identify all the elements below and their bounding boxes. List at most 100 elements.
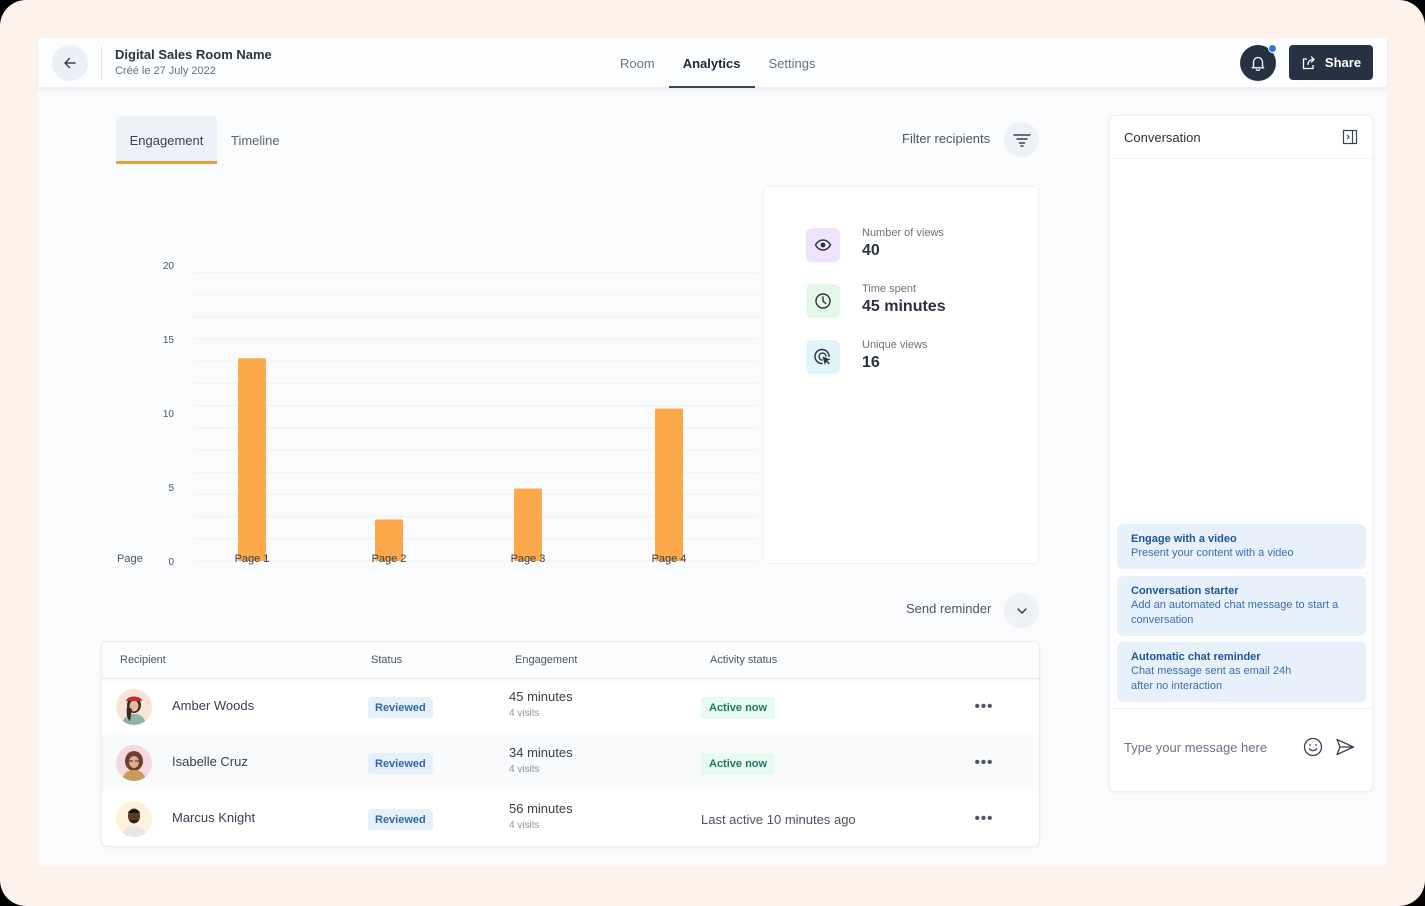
status-badge: Reviewed (368, 809, 433, 830)
header-divider (101, 46, 102, 80)
tab-timeline[interactable]: Timeline (217, 116, 294, 164)
content-tabs: Engagement Timeline (116, 116, 294, 164)
share-button[interactable]: Share (1289, 45, 1373, 80)
suggestion-description: Add an automated chat message to start a… (1131, 599, 1339, 626)
filter-recipients-button[interactable] (1004, 122, 1039, 157)
send-reminder-label[interactable]: Send reminder (906, 601, 991, 616)
chart-x-tick-label: Page 1 (235, 553, 270, 565)
stat-icon-box (806, 228, 840, 262)
avatar-image (116, 689, 152, 725)
engagement-visits: 4 visits (509, 820, 540, 831)
activity-badge: Active now (701, 753, 776, 775)
stat-value: 40 (862, 242, 880, 259)
engagement-time: 45 minutes (509, 689, 573, 704)
recipient-name: Amber Woods (172, 698, 255, 713)
row-more-button[interactable]: ••• (970, 751, 998, 773)
engagement-visits: 4 visits (509, 764, 540, 775)
column-header-status[interactable]: Status (371, 654, 402, 666)
suggestion-description: Present your content with a video (1131, 547, 1294, 559)
chart-y-tick-label: 10 (163, 409, 175, 420)
collapse-panel-button[interactable] (1341, 128, 1359, 146)
avatar-image (116, 801, 152, 837)
recipient-name: Marcus Knight (172, 810, 256, 825)
conversation-panel: Conversation Engage with a video Present… (1109, 115, 1373, 792)
chart-bar-page-3[interactable] (514, 488, 542, 561)
stat-label: Time spent (862, 283, 917, 295)
app-window: Digital Sales Room Name Créé le 27 July … (38, 38, 1387, 866)
chart-y-tick-label: 20 (163, 261, 175, 272)
stat-label: Number of views (862, 227, 944, 239)
chart-y-tick-label: 5 (168, 483, 174, 494)
bell-icon (1251, 56, 1265, 72)
suggestion-automatic-chat-reminder[interactable]: Automatic chat reminder Chat message sen… (1117, 642, 1366, 702)
message-input[interactable] (1124, 736, 1284, 758)
smiley-icon (1303, 737, 1323, 757)
suggestion-title: Conversation starter (1131, 585, 1239, 597)
activity-text: Last active 10 minutes ago (701, 812, 856, 827)
stats-card: Number of views 40 Time spent 45 minutes… (763, 186, 1039, 564)
column-header-engagement[interactable]: Engagement (515, 654, 577, 666)
panel-collapse-icon (1342, 129, 1358, 145)
recipients-table: Recipient Status Engagement Activity sta… (101, 641, 1040, 847)
avatar (116, 689, 152, 725)
suggestion-engage-video[interactable]: Engage with a video Present your content… (1117, 524, 1366, 569)
share-icon (1302, 55, 1315, 69)
stat-icon-box (806, 284, 840, 318)
top-header: Digital Sales Room Name Créé le 27 July … (38, 38, 1387, 88)
table-row[interactable]: Marcus Knight Reviewed 56 minutes 4 visi… (102, 791, 1039, 846)
stat-label: Unique views (862, 339, 928, 351)
engagement-time: 34 minutes (509, 745, 573, 760)
share-label: Share (1324, 55, 1362, 70)
back-button[interactable] (52, 45, 88, 81)
cursor-click-icon (814, 348, 831, 366)
nav-tab-settings[interactable]: Settings (755, 38, 830, 88)
engagement-visits: 4 visits (509, 708, 540, 719)
chart-x-tick-label: Page 4 (652, 553, 687, 565)
avatar (116, 801, 152, 837)
room-created-date: Créé le 27 July 2022 (115, 65, 216, 77)
column-header-activity-status[interactable]: Activity status (710, 654, 777, 666)
avatar-image (116, 745, 152, 781)
send-reminder-dropdown-button[interactable] (1004, 593, 1039, 628)
stat-value: 45 minutes (862, 298, 946, 315)
conversation-title: Conversation (1124, 130, 1201, 145)
row-more-button[interactable]: ••• (970, 695, 998, 717)
suggestion-title: Automatic chat reminder (1131, 651, 1261, 663)
clock-icon (815, 293, 831, 309)
chart-svg: 0 5 10 15 20 Page 1 Page 2 Page 3 Page 4 Page (117, 261, 758, 568)
table-row[interactable]: Amber Woods Reviewed 45 minutes 4 visits… (102, 679, 1039, 735)
stat-icon-box (806, 340, 840, 374)
notifications-button[interactable] (1240, 44, 1277, 81)
table-header: Recipient Status Engagement Activity sta… (102, 642, 1039, 679)
send-message-button[interactable] (1334, 736, 1356, 758)
chart-x-axis-label: Page (117, 553, 143, 565)
notification-dot (1268, 44, 1277, 53)
nav-tab-analytics[interactable]: Analytics (668, 38, 755, 88)
avatar (116, 745, 152, 781)
engagement-bar-chart: 0 5 10 15 20 Page 1 Page 2 Page 3 Page 4 Page (108, 208, 758, 578)
input-divider (1110, 708, 1372, 709)
table-row[interactable]: Isabelle Cruz Reviewed 34 minutes 4 visi… (102, 735, 1039, 791)
room-title: Digital Sales Room Name (115, 47, 272, 62)
status-badge: Reviewed (368, 697, 433, 718)
stat-value: 16 (862, 354, 880, 371)
filter-recipients-label[interactable]: Filter recipients (902, 131, 990, 146)
suggestion-title: Engage with a video (1131, 533, 1237, 545)
conversation-header-divider (1110, 158, 1372, 159)
column-header-recipient[interactable]: Recipient (120, 654, 166, 666)
engagement-time: 56 minutes (509, 801, 573, 816)
arrow-left-icon (64, 57, 76, 69)
suggestion-conversation-starter[interactable]: Conversation starter Add an automated ch… (1117, 576, 1366, 636)
tab-engagement[interactable]: Engagement (116, 116, 217, 164)
nav-tab-room[interactable]: Room (606, 38, 669, 88)
chevron-down-icon (1016, 607, 1027, 614)
activity-badge: Active now (701, 697, 776, 719)
emoji-button[interactable] (1302, 736, 1324, 758)
chart-bar-page-1[interactable] (238, 358, 266, 561)
eye-icon (814, 239, 832, 251)
chart-bar-page-4[interactable] (655, 408, 683, 561)
row-more-button[interactable]: ••• (970, 807, 998, 829)
chart-y-tick-label: 0 (168, 557, 174, 568)
status-badge: Reviewed (368, 753, 433, 774)
chart-x-tick-label: Page 3 (511, 553, 546, 565)
